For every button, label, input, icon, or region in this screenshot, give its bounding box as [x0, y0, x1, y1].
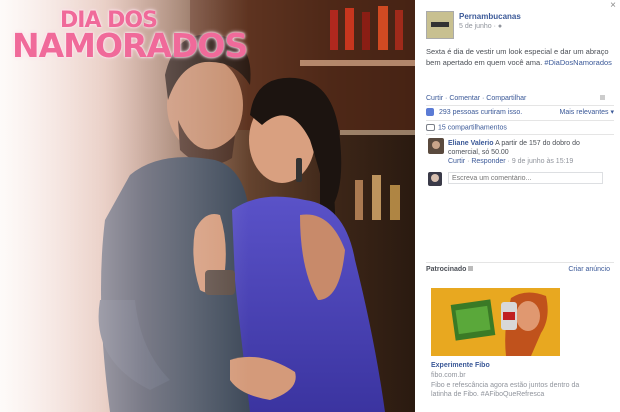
shares-count[interactable]: 15 compartilhamentos	[438, 124, 507, 131]
likes-count[interactable]: 293 pessoas curtiram isso.	[439, 109, 522, 116]
info-icon[interactable]	[468, 266, 474, 271]
divider	[426, 134, 614, 135]
post-photo[interactable]: DIA DOS NAMORADOS	[0, 0, 415, 412]
share-icon	[426, 124, 435, 131]
logo-line-2: NAMORADOS	[12, 26, 248, 65]
shares-row[interactable]: 15 compartilhamentos	[426, 124, 507, 131]
comment-input[interactable]	[448, 172, 603, 184]
post-text: Sexta é dia de vestir um look especial e…	[426, 46, 612, 68]
comment-time[interactable]: · 9 de junho às 15:19	[506, 158, 574, 165]
create-ad-link[interactable]: Criar anúncio	[568, 266, 610, 273]
page-name-link[interactable]: Pernambucanas	[459, 12, 521, 21]
ad-description: Fibo e refescância agora estão juntos de…	[431, 382, 580, 398]
post-date[interactable]: 5 de junho · ●	[459, 23, 502, 30]
sponsored-text: Patrocinado	[426, 266, 467, 273]
post-actions[interactable]: Curtir · Comentar · Compartilhar	[426, 95, 526, 102]
sort-comments-dropdown[interactable]: Mais relevantes ▾	[560, 108, 614, 116]
comment-meta: Curtir · Responder · 9 de junho às 15:19	[448, 158, 574, 165]
ad-image[interactable]	[431, 288, 560, 356]
comment-body: Eliane Valerio A partir de 157 do dobro …	[448, 139, 608, 157]
ad-illustration	[431, 288, 560, 356]
divider	[426, 262, 614, 263]
comment-composer	[428, 170, 613, 186]
comment-like-link[interactable]: Curtir	[448, 158, 465, 165]
comment-author[interactable]: Eliane Valerio	[448, 140, 494, 147]
divider	[426, 120, 614, 121]
hashtag-link[interactable]: #DiaDosNamorados	[544, 58, 612, 67]
comment-reply-link[interactable]: Responder	[471, 158, 505, 165]
ad-domain: fibo.com.br	[431, 372, 466, 379]
globe-icon: ●	[497, 23, 503, 30]
page-avatar[interactable]	[426, 11, 454, 39]
like-icon	[426, 108, 434, 116]
options-icon[interactable]	[600, 95, 605, 100]
post-side-panel: × Pernambucanas 5 de junho · ● Sexta é d…	[415, 0, 620, 412]
likes-row[interactable]: 293 pessoas curtiram isso. Mais relevant…	[426, 108, 614, 116]
close-icon[interactable]: ×	[610, 0, 616, 11]
sponsored-label: Patrocinado	[426, 266, 474, 273]
post-date-text: 5 de junho ·	[459, 23, 498, 30]
commenter-avatar[interactable]	[428, 138, 444, 154]
user-avatar	[428, 172, 442, 186]
ad-title-link[interactable]: Experimente Fibo	[431, 362, 490, 369]
divider	[426, 105, 614, 106]
